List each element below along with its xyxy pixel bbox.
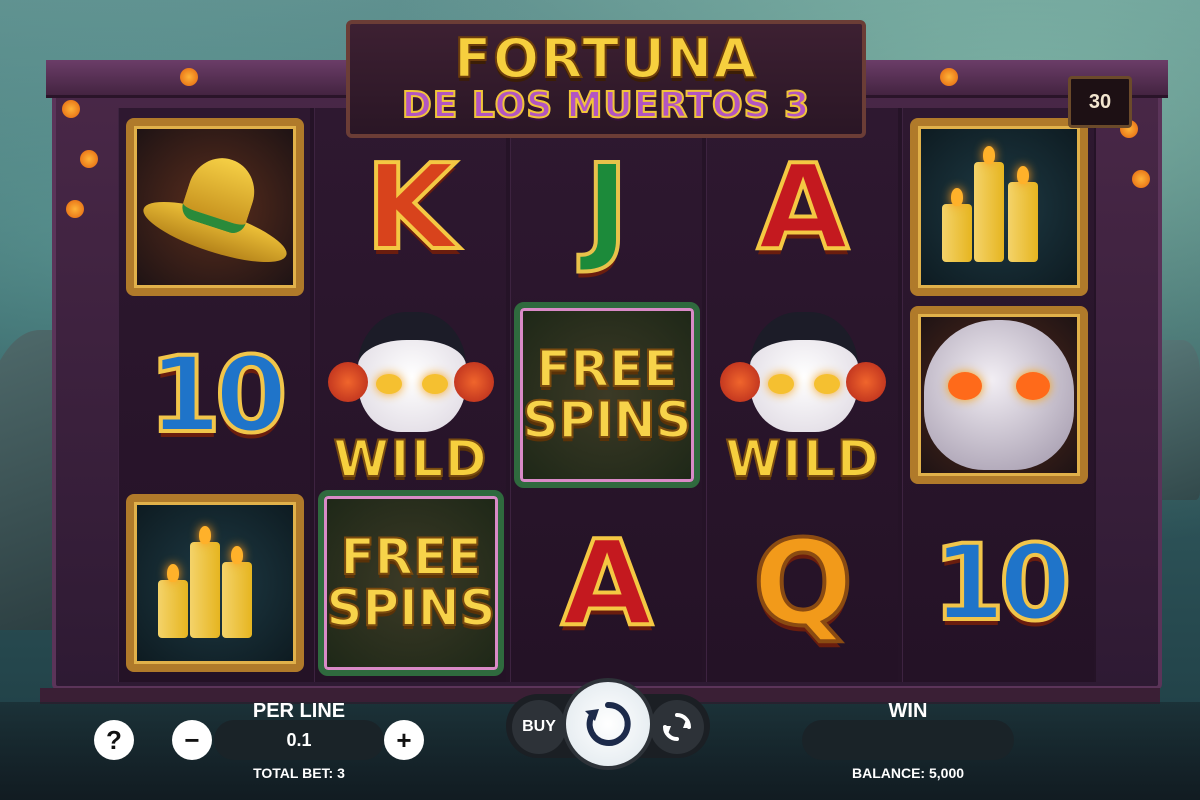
- reel-5: 10: [902, 108, 1094, 682]
- free-spins-line2: SPINS: [325, 579, 496, 637]
- marigold-icon: [80, 150, 98, 168]
- candles-symbol: [910, 118, 1088, 296]
- ace-symbol: A: [559, 514, 654, 652]
- ten-symbol: 10: [931, 522, 1074, 644]
- reel-grid: 10 K WILD FREE SPINS J FREE SPINS A A WI…: [118, 108, 1096, 682]
- paylines-badge: 30: [1068, 76, 1132, 128]
- reel-4-row-2: WILD: [707, 300, 899, 490]
- marigold-icon: [940, 68, 958, 86]
- reel-5-row-2: [903, 300, 1095, 490]
- wild-symbol: WILD: [318, 302, 504, 489]
- reel-2: K WILD FREE SPINS: [314, 108, 506, 682]
- autoplay-button[interactable]: [650, 700, 704, 754]
- buy-feature-button[interactable]: BUY: [512, 700, 566, 754]
- sugar-skull-icon: [924, 320, 1074, 470]
- marigold-icon: [1132, 170, 1150, 188]
- sombrero-symbol: [126, 118, 304, 296]
- total-bet-text: TOTAL BET: 3: [253, 765, 345, 781]
- jack-symbol: J: [583, 138, 631, 276]
- help-button[interactable]: ?: [94, 720, 134, 760]
- increase-bet-button[interactable]: +: [384, 720, 424, 760]
- wild-symbol: WILD: [710, 302, 896, 489]
- balance-text: BALANCE: 5,000: [851, 765, 965, 781]
- spin-icon: [585, 701, 631, 746]
- per-line-value: 0.1: [214, 720, 384, 760]
- reel-1: 10: [118, 108, 310, 682]
- sugar-skull-symbol: [910, 306, 1088, 484]
- candles-icon: [934, 142, 1064, 272]
- reel-5-row-1: [903, 112, 1095, 302]
- free-spins-symbol: FREE SPINS: [514, 302, 700, 488]
- game-logo: FORTUNA DE LOS MUERTOS 3: [346, 20, 866, 138]
- marigold-icon: [66, 200, 84, 218]
- reel-2-row-3: FREE SPINS: [315, 488, 507, 678]
- candles-icon: [150, 518, 280, 648]
- free-spins-symbol: FREE SPINS: [318, 490, 504, 676]
- logo-subtitle: DE LOS MUERTOS 3: [401, 85, 811, 127]
- marigold-icon: [62, 100, 80, 118]
- reel-1-row-3: [119, 488, 311, 678]
- reel-4: A WILD Q: [706, 108, 898, 682]
- sombrero-icon: [137, 149, 293, 275]
- reel-3-row-1: J: [511, 112, 703, 302]
- free-spins-line1: FREE: [340, 528, 483, 586]
- marigold-icon: [180, 68, 198, 86]
- reel-1-row-2: 10: [119, 300, 311, 490]
- win-value: [802, 720, 1014, 760]
- reel-5-row-3: 10: [903, 488, 1095, 678]
- king-symbol: K: [363, 138, 458, 276]
- ace-symbol: A: [755, 138, 850, 276]
- reel-2-row-2: WILD: [315, 300, 507, 490]
- free-spins-line1: FREE: [536, 340, 679, 398]
- candles-symbol: [126, 494, 304, 672]
- autoplay-icon: [663, 713, 691, 741]
- catrina-skull-icon: [750, 312, 858, 432]
- spin-button[interactable]: [566, 682, 650, 766]
- reel-4-row-1: A: [707, 112, 899, 302]
- reel-3: J FREE SPINS A: [510, 108, 702, 682]
- reel-3-row-2: FREE SPINS: [511, 300, 703, 490]
- decrease-bet-button[interactable]: −: [172, 720, 212, 760]
- catrina-skull-icon: [358, 312, 466, 432]
- reel-3-row-3: A: [511, 488, 703, 678]
- wild-label: WILD: [332, 429, 489, 489]
- reel-1-row-1: [119, 112, 311, 302]
- wild-label: WILD: [724, 429, 881, 489]
- queen-symbol: Q: [751, 514, 855, 652]
- reel-4-row-3: Q: [707, 488, 899, 678]
- logo-title: FORTUNA: [453, 27, 758, 91]
- free-spins-line2: SPINS: [521, 391, 692, 449]
- ten-symbol: 10: [147, 334, 290, 456]
- reel-2-row-1: K: [315, 112, 507, 302]
